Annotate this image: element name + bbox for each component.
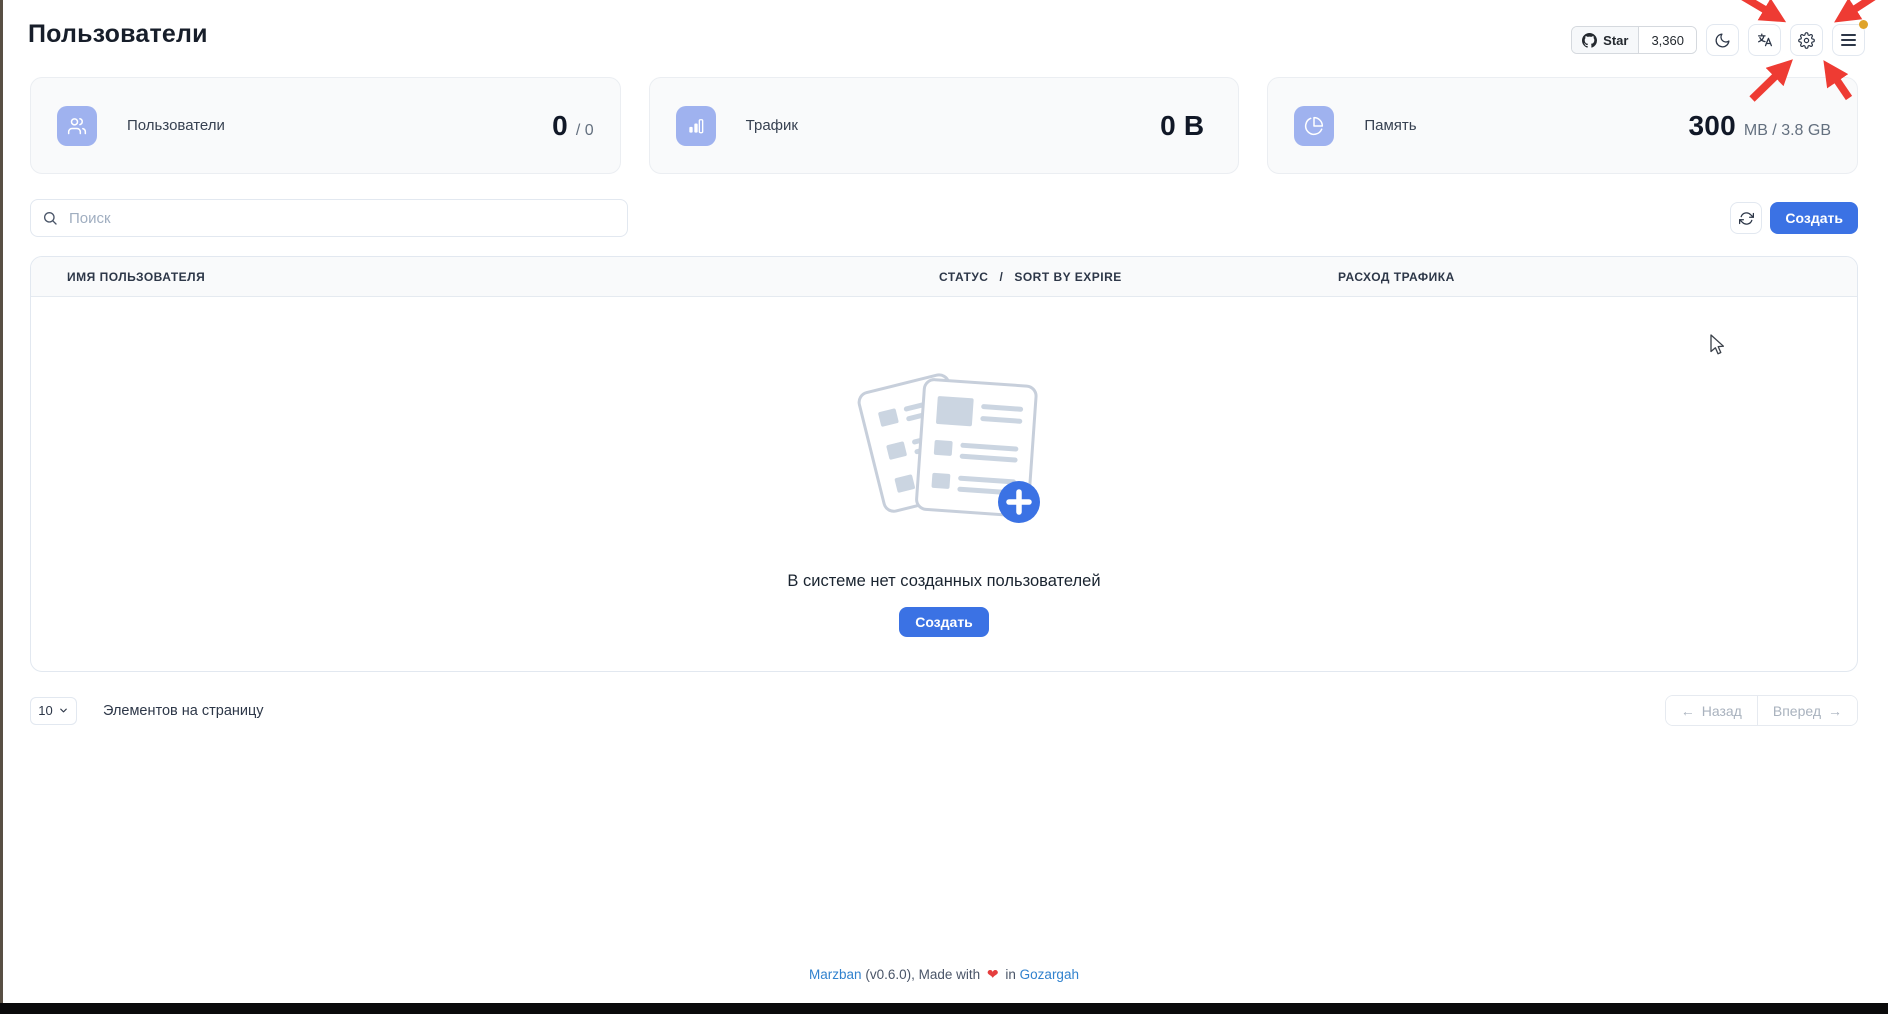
card-memory: Память 300 MB / 3.8 GB [1267,77,1858,174]
github-star-count[interactable]: 3,360 [1639,27,1696,53]
card-value: 0 / 0 [552,110,594,142]
translate-icon [1756,31,1774,49]
pager-group: ← Назад Вперед → [1665,695,1858,726]
card-label: Память [1364,117,1416,134]
topbar-actions: Star 3,360 [1571,24,1865,56]
hamburger-icon [1841,34,1856,46]
refresh-button[interactable] [1730,202,1762,234]
card-label: Трафик [746,117,798,134]
taskbar-strip [0,1003,1888,1014]
prev-page-button[interactable]: ← Назад [1666,696,1757,725]
card-traffic: Трафик 0 B [649,77,1240,174]
users-table: ИМЯ ПОЛЬЗОВАТЕЛЯ СТАТУС / SORT BY EXPIRE… [30,256,1858,672]
moon-icon [1714,32,1731,49]
bar-chart-icon [676,106,716,146]
empty-state-illustration [829,353,1059,548]
search-input[interactable] [30,199,628,237]
footer-in-text: in [1005,967,1016,982]
topbar: Пользователи Star 3,360 [30,0,1858,56]
column-traffic[interactable]: РАСХОД ТРАФИКА [1338,257,1455,297]
left-arrow-icon: ← [1681,703,1695,719]
github-star-segment[interactable]: Star [1572,27,1639,53]
dark-mode-button[interactable] [1706,24,1739,56]
card-value: 0 B [1160,110,1212,142]
users-icon [57,106,97,146]
column-status-expire[interactable]: СТАТУС / SORT BY EXPIRE [939,257,1122,297]
page-title: Пользователи [28,20,208,49]
search-box [30,199,628,237]
marzban-link[interactable]: Marzban [809,967,862,982]
per-page-label: Элементов на страницу [103,703,264,719]
stat-cards: Пользователи 0 / 0 Трафик 0 B Память 300 [30,77,1858,174]
github-icon [1582,33,1597,48]
column-divider: / [999,270,1003,284]
toolbar: Создать [30,199,1858,237]
column-username[interactable]: ИМЯ ПОЛЬЗОВАТЕЛЯ [67,257,205,297]
card-users: Пользователи 0 / 0 [30,77,621,174]
per-page-value: 10 [38,703,52,718]
chevron-down-icon [58,705,69,716]
language-button[interactable] [1748,24,1781,56]
footer-version-text: (v0.6.0), Made with [865,967,980,982]
gear-icon [1798,32,1815,49]
card-value: 300 MB / 3.8 GB [1689,110,1831,142]
github-star-label: Star [1603,33,1628,48]
menu-button[interactable] [1832,24,1865,56]
table-body-empty: В системе нет созданных пользователей Со… [31,297,1857,672]
settings-button[interactable] [1790,24,1823,56]
add-plus-icon [998,481,1040,523]
gozargah-link[interactable]: Gozargah [1020,967,1079,982]
empty-create-button[interactable]: Создать [899,607,989,637]
github-star-button[interactable]: Star 3,360 [1571,26,1697,54]
heart-icon: ❤ [987,966,999,982]
footer: Marzban (v0.6.0), Made with ❤ in Gozarga… [0,966,1888,983]
notification-dot [1859,20,1868,29]
window-edge-strip [0,0,3,1003]
users-page: Пользователи Star 3,360 [0,0,1888,1014]
empty-state-message: В системе нет созданных пользователей [787,572,1100,591]
create-user-button[interactable]: Создать [1770,202,1858,234]
pie-chart-icon [1294,106,1334,146]
table-header: ИМЯ ПОЛЬЗОВАТЕЛЯ СТАТУС / SORT BY EXPIRE… [31,257,1857,297]
refresh-icon [1739,211,1754,226]
pagination: 10 Элементов на страницу ← Назад Вперед … [30,695,1858,726]
card-label: Пользователи [127,117,225,134]
next-page-button[interactable]: Вперед → [1757,696,1857,725]
per-page-select[interactable]: 10 [30,697,77,725]
search-icon [42,210,58,226]
right-arrow-icon: → [1828,703,1842,719]
